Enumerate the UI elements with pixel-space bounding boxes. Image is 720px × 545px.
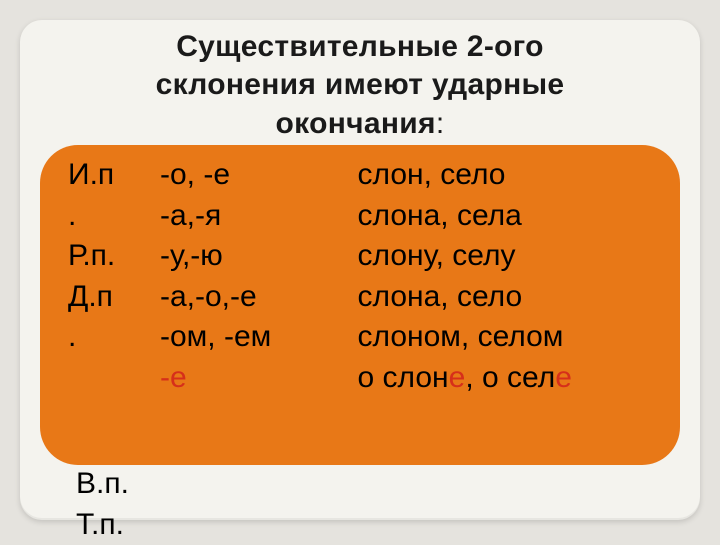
case-genitive: Р.п. xyxy=(68,236,152,277)
case-instrumental: Т.п. xyxy=(76,508,124,541)
slide-title: Существительные 2-ого склонения имеют уд… xyxy=(40,28,680,143)
ending-3: -у,-ю xyxy=(160,236,346,277)
example-4: слона, село xyxy=(358,277,670,318)
example-6: о слоне, о селе xyxy=(358,358,670,399)
example-1: слон, село xyxy=(358,155,670,196)
overflow-cases: В.п. Т.п. xyxy=(76,464,129,545)
column-endings: -о, -е -а,-я -у,-ю -а,-о,-е -ом, -ем -е xyxy=(160,155,346,398)
case-dative-b: . xyxy=(68,317,152,358)
slide-card: Существительные 2-ого склонения имеют уд… xyxy=(20,20,700,520)
ending-6: -е xyxy=(160,358,346,399)
ending-1: -о, -е xyxy=(160,155,346,196)
title-colon: : xyxy=(436,107,445,140)
case-nominative-a: И.п xyxy=(68,155,152,196)
ending-2: -а,-я xyxy=(160,196,346,237)
table-grid: И.п . Р.п. Д.п . -о, -е -а,-я -у,-ю -а,-… xyxy=(68,155,670,398)
column-examples: слон, село слона, села слону, селу слона… xyxy=(358,155,670,398)
title-line-2: склонения имеют ударные xyxy=(156,68,565,101)
example-2: слона, села xyxy=(358,196,670,237)
example-5: слоном, селом xyxy=(358,317,670,358)
case-accusative: В.п. xyxy=(76,467,129,500)
ending-4: -а,-о,-е xyxy=(160,277,346,318)
content-box: И.п . Р.п. Д.п . -о, -е -а,-я -у,-ю -а,-… xyxy=(40,145,680,465)
example-3: слону, селу xyxy=(358,236,670,277)
title-line-3: окончания xyxy=(276,107,436,140)
column-cases: И.п . Р.п. Д.п . xyxy=(68,155,152,398)
ending-5: -ом, -ем xyxy=(160,317,346,358)
case-nominative-b: . xyxy=(68,196,152,237)
case-dative-a: Д.п xyxy=(68,277,152,318)
title-line-1: Существительные 2-ого xyxy=(176,30,544,63)
